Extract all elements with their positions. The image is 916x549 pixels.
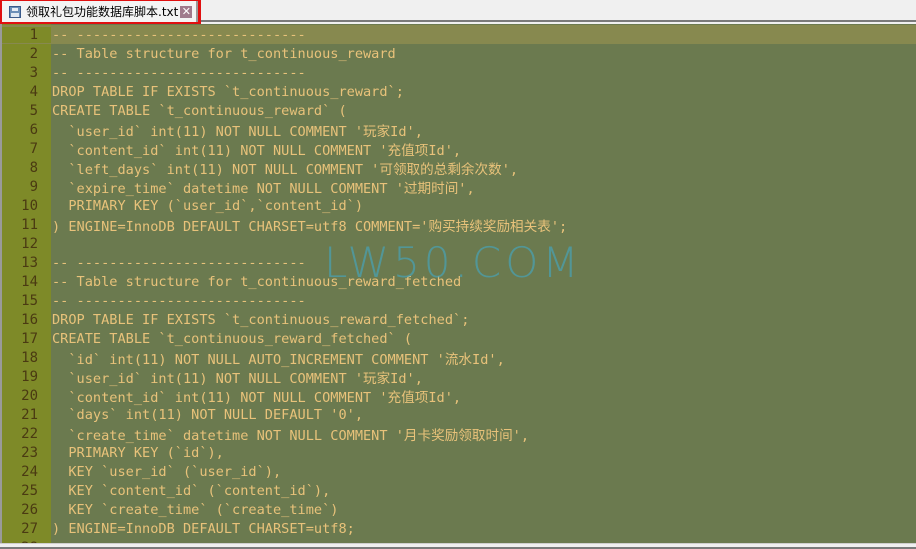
code-line[interactable]: 8 `left_days` int(11) NOT NULL COMMENT '… (2, 158, 916, 178)
text-editor[interactable]: 1 -- ---------------------------- 2 -- Tabl… (0, 24, 916, 543)
code-line[interactable]: 17 CREATE TABLE `t_continuous_reward_fetc… (2, 329, 916, 348)
line-text: KEY `user_id` (`user_id`), (52, 463, 282, 480)
code-line[interactable]: 24 KEY `user_id` (`user_id`), (2, 462, 916, 481)
line-number: 22 (21, 425, 38, 442)
code-line[interactable]: 27 ) ENGINE=InnoDB DEFAULT CHARSET=utf8; (2, 519, 916, 538)
line-text: `expire_time` datetime NOT NULL COMMENT … (52, 180, 475, 197)
code-line[interactable]: 10 PRIMARY KEY (`user_id`,`content_id`) (2, 196, 916, 215)
line-text: CREATE TABLE `t_continuous_reward` ( (52, 102, 347, 119)
line-text: ) ENGINE=InnoDB DEFAULT CHARSET=utf8 COM… (52, 218, 568, 235)
line-number: 24 (21, 463, 38, 480)
code-line[interactable]: 3 -- ---------------------------- (2, 63, 916, 82)
horizontal-scrollbar[interactable] (0, 543, 916, 549)
line-number: 16 (21, 311, 38, 328)
line-text: DROP TABLE IF EXISTS `t_continuous_rewar… (52, 83, 404, 100)
line-number: 8 (29, 159, 38, 176)
line-text: `id` int(11) NOT NULL AUTO_INCREMENT COM… (52, 351, 505, 368)
code-line[interactable]: 16 DROP TABLE IF EXISTS `t_continuous_rew… (2, 310, 916, 329)
line-number: 14 (21, 273, 38, 290)
line-number: 19 (21, 368, 38, 385)
code-line[interactable]: 20 `content_id` int(11) NOT NULL COMMENT… (2, 386, 916, 406)
file-tab[interactable]: 领取礼包功能数据库脚本.txt ✕ (0, 0, 201, 25)
line-number: 2 (29, 45, 38, 62)
code-line[interactable]: 7 `content_id` int(11) NOT NULL COMMENT … (2, 139, 916, 159)
line-number: 10 (21, 197, 38, 214)
line-number: 1 (2, 26, 51, 43)
line-text: -- ---------------------------- (52, 64, 306, 81)
line-number: 15 (21, 292, 38, 309)
code-line[interactable]: 5 CREATE TABLE `t_continuous_reward` ( (2, 101, 916, 120)
code-line[interactable]: 11 ) ENGINE=InnoDB DEFAULT CHARSET=utf8 C… (2, 215, 916, 235)
line-number: 11 (21, 216, 38, 233)
code-line[interactable]: 6 `user_id` int(11) NOT NULL COMMENT '玩家… (2, 120, 916, 140)
line-number: 9 (29, 178, 38, 195)
code-line[interactable]: 21 `days` int(11) NOT NULL DEFAULT '0', (2, 405, 916, 424)
line-number: 17 (21, 330, 38, 347)
save-icon (9, 5, 21, 18)
line-number: 13 (21, 254, 38, 271)
line-text: -- ---------------------------- (52, 26, 306, 43)
code-line[interactable]: 1 -- ---------------------------- (2, 25, 916, 44)
line-number: 12 (21, 235, 38, 252)
line-number: 5 (29, 102, 38, 119)
code-line[interactable]: 13 -- ---------------------------- (2, 253, 916, 272)
line-number: 18 (21, 349, 38, 366)
line-text: `content_id` int(11) NOT NULL COMMENT '充… (52, 142, 462, 159)
line-text: `user_id` int(11) NOT NULL COMMENT '玩家Id… (52, 370, 423, 387)
code-line[interactable]: 9 `expire_time` datetime NOT NULL COMMEN… (2, 177, 916, 197)
code-line[interactable]: 22 `create_time` datetime NOT NULL COMME… (2, 424, 916, 444)
line-text: PRIMARY KEY (`user_id`,`content_id`) (52, 197, 363, 214)
code-line[interactable]: 18 `id` int(11) NOT NULL AUTO_INCREMENT … (2, 348, 916, 368)
line-number: 3 (29, 64, 38, 81)
code-line[interactable]: 25 KEY `content_id` (`content_id`), (2, 481, 916, 500)
line-text: `content_id` int(11) NOT NULL COMMENT '充… (52, 389, 462, 406)
line-text: -- Table structure for t_continuous_rewa… (52, 45, 396, 62)
line-number: 21 (21, 406, 38, 423)
line-text: -- ---------------------------- (52, 292, 306, 309)
line-text: `left_days` int(11) NOT NULL COMMENT '可领… (52, 161, 519, 178)
code-line[interactable]: 2 -- Table structure for t_continuous_rew… (2, 44, 916, 63)
line-text: KEY `create_time` (`create_time`) (52, 501, 339, 518)
close-icon[interactable]: ✕ (180, 5, 193, 18)
line-text: CREATE TABLE `t_continuous_reward_fetche… (52, 330, 413, 347)
line-text: `create_time` datetime NOT NULL COMMENT … (52, 427, 530, 444)
code-line[interactable]: 26 KEY `create_time` (`create_time`) (2, 500, 916, 519)
code-line[interactable]: 23 PRIMARY KEY (`id`), (2, 443, 916, 462)
code-line[interactable]: 4 DROP TABLE IF EXISTS `t_continuous_rewa… (2, 82, 916, 101)
code-line[interactable]: 15 -- ---------------------------- (2, 291, 916, 310)
line-number: 25 (21, 482, 38, 499)
line-text: ) ENGINE=InnoDB DEFAULT CHARSET=utf8; (52, 520, 355, 537)
line-text: PRIMARY KEY (`id`), (52, 444, 224, 461)
code-line[interactable]: 12 (2, 234, 916, 253)
line-text: DROP TABLE IF EXISTS `t_continuous_rewar… (52, 311, 470, 328)
line-text: -- Table structure for t_continuous_rewa… (52, 273, 462, 290)
line-number: 23 (21, 444, 38, 461)
line-number: 27 (21, 520, 38, 537)
tab-title: 领取礼包功能数据库脚本.txt (26, 5, 179, 19)
line-number: 26 (21, 501, 38, 518)
code-line[interactable]: 14 -- Table structure for t_continuous_re… (2, 272, 916, 291)
line-text: -- ---------------------------- (52, 254, 306, 271)
line-text: `days` int(11) NOT NULL DEFAULT '0', (52, 406, 363, 423)
line-text: KEY `content_id` (`content_id`), (52, 482, 331, 499)
line-number: 20 (21, 387, 38, 404)
code-line[interactable]: 19 `user_id` int(11) NOT NULL COMMENT '玩… (2, 367, 916, 387)
line-text: `user_id` int(11) NOT NULL COMMENT '玩家Id… (52, 123, 423, 140)
line-number: 6 (29, 121, 38, 138)
line-number: 7 (29, 140, 38, 157)
line-number: 4 (29, 83, 38, 100)
tab-bar: 领取礼包功能数据库脚本.txt ✕ (0, 0, 916, 25)
